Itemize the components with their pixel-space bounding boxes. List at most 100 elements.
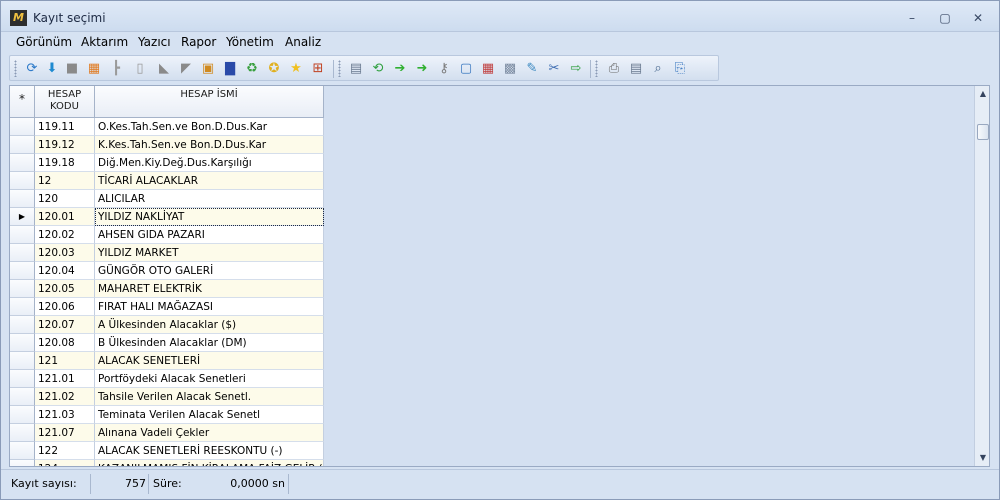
cell-hesap-ismi[interactable]: Alınana Vadeli Çekler — [95, 424, 324, 442]
cell-hesap-ismi[interactable]: MAHARET ELEKTRİK — [95, 280, 324, 298]
row-indicator[interactable] — [10, 190, 35, 208]
toolbar-grip-2[interactable] — [338, 60, 341, 77]
row-indicator[interactable] — [10, 298, 35, 316]
row-indicator[interactable] — [10, 118, 35, 136]
calendar-icon[interactable]: ▦ — [480, 61, 496, 77]
cell-hesap-kodu[interactable]: 120 — [35, 190, 95, 208]
cell-hesap-ismi[interactable]: YILDIZ MARKET — [95, 244, 324, 262]
account-grid[interactable]: * HESAP KODU HESAP İSMİ 119.11 O.Kes.Tah.… — [9, 85, 990, 467]
cell-hesap-ismi[interactable]: B Ülkesinden Alacaklar (DM) — [95, 334, 324, 352]
cell-hesap-ismi[interactable]: ALACAK SENETLERİ REESKONTU (-) — [95, 442, 324, 460]
export-icon[interactable]: ⇨ — [568, 61, 584, 77]
cell-hesap-kodu[interactable]: 122 — [35, 442, 95, 460]
cell-hesap-kodu[interactable]: 120.04 — [35, 262, 95, 280]
row-indicator[interactable] — [10, 442, 35, 460]
scroll-down-icon[interactable]: ▼ — [975, 450, 989, 466]
indicator-column-header[interactable]: * — [10, 86, 35, 118]
cell-hesap-ismi[interactable]: FIRAT HALI MAĞAZASI — [95, 298, 324, 316]
row-indicator[interactable] — [10, 172, 35, 190]
row-indicator[interactable] — [10, 280, 35, 298]
row-indicator[interactable] — [10, 136, 35, 154]
arrow-right-icon[interactable]: ➔ — [392, 61, 408, 77]
table-row[interactable]: 121.07 Alınana Vadeli Çekler — [10, 424, 324, 442]
table-row[interactable]: 119.18 Diğ.Men.Kiy.Değ.Dus.Karşılığı — [10, 154, 324, 172]
grid-gray-icon[interactable]: ■ — [64, 61, 80, 77]
cell-hesap-kodu[interactable]: 120.06 — [35, 298, 95, 316]
cell-hesap-ismi[interactable]: Diğ.Men.Kiy.Değ.Dus.Karşılığı — [95, 154, 324, 172]
table-row[interactable]: 121 ALACAK SENETLERİ — [10, 352, 324, 370]
cell-hesap-ismi[interactable]: ALACAK SENETLERİ — [95, 352, 324, 370]
table-row[interactable]: 120.05 MAHARET ELEKTRİK — [10, 280, 324, 298]
refresh-document-icon[interactable]: ⟲ — [370, 61, 386, 77]
table-row[interactable]: 120.04 GÜNGÖR OTO GALERİ — [10, 262, 324, 280]
folder-gray-icon[interactable]: ◣ — [156, 61, 172, 77]
row-indicator[interactable] — [10, 388, 35, 406]
row-indicator[interactable] — [10, 424, 35, 442]
cell-hesap-ismi[interactable]: KAZANILMAMIŞ FİN.KİRALAMA FAİZ GELİR.(-) — [95, 460, 324, 466]
cell-hesap-kodu[interactable]: 121.07 — [35, 424, 95, 442]
cell-hesap-kodu[interactable]: 120.08 — [35, 334, 95, 352]
row-indicator[interactable] — [10, 154, 35, 172]
attach-icon[interactable]: ✂ — [546, 61, 562, 77]
toolbar-grip-3[interactable] — [595, 60, 598, 77]
cell-hesap-kodu[interactable]: 121.01 — [35, 370, 95, 388]
cell-hesap-ismi[interactable]: ALICILAR — [95, 190, 324, 208]
row-indicator[interactable] — [10, 262, 35, 280]
cell-hesap-ismi[interactable]: Tahsile Verilen Alacak Senetl. — [95, 388, 324, 406]
cell-hesap-ismi[interactable]: K.Kes.Tah.Sen.ve Bon.D.Dus.Kar — [95, 136, 324, 154]
edit-icon[interactable]: ✎ — [524, 61, 540, 77]
cell-hesap-kodu[interactable]: 120.03 — [35, 244, 95, 262]
cell-hesap-ismi[interactable]: YILDIZ NAKLİYAT — [95, 208, 324, 226]
menu-rapor[interactable]: Rapor — [181, 35, 216, 49]
row-indicator[interactable]: ▶ — [10, 208, 35, 226]
table-row[interactable]: 120.06 FIRAT HALI MAĞAZASI — [10, 298, 324, 316]
menu-gorunum[interactable]: Görünüm — [16, 35, 72, 49]
minimize-button[interactable]: – — [902, 9, 922, 27]
cell-hesap-ismi[interactable]: Teminata Verilen Alacak Senetl — [95, 406, 324, 424]
column-gray-icon[interactable]: ▯ — [132, 61, 148, 77]
cell-hesap-ismi[interactable]: A Ülkesinden Alacaklar ($) — [95, 316, 324, 334]
row-indicator[interactable] — [10, 226, 35, 244]
maximize-button[interactable]: ▢ — [935, 9, 955, 27]
row-indicator[interactable] — [10, 316, 35, 334]
table-row[interactable]: 120.08 B Ülkesinden Alacaklar (DM) — [10, 334, 324, 352]
table-row[interactable]: 119.11 O.Kes.Tah.Sen.ve Bon.D.Dus.Kar — [10, 118, 324, 136]
cell-hesap-kodu[interactable]: 12 — [35, 172, 95, 190]
menu-aktarim[interactable]: Aktarım — [81, 35, 128, 49]
print-setup-icon[interactable]: ⎘ — [672, 61, 688, 77]
close-button[interactable]: ✕ — [968, 9, 988, 27]
table-orange-icon[interactable]: ▦ — [86, 61, 102, 77]
table-row[interactable]: 121.01 Portföydeki Alacak Senetleri — [10, 370, 324, 388]
toolbar-grip[interactable] — [14, 60, 17, 77]
cell-hesap-kodu[interactable]: 120.07 — [35, 316, 95, 334]
row-indicator[interactable] — [10, 244, 35, 262]
cell-hesap-kodu[interactable]: 119.12 — [35, 136, 95, 154]
grid-icon[interactable]: ▩ — [502, 61, 518, 77]
cell-hesap-ismi[interactable]: GÜNGÖR OTO GALERİ — [95, 262, 324, 280]
cell-hesap-kodu[interactable]: 120.02 — [35, 226, 95, 244]
row-indicator[interactable] — [10, 460, 35, 466]
scroll-up-icon[interactable]: ▲ — [975, 86, 989, 102]
document-icon[interactable]: ▤ — [348, 61, 364, 77]
scroll-thumb[interactable] — [977, 124, 989, 140]
table-row[interactable]: 12 TİCARİ ALACAKLAR — [10, 172, 324, 190]
tree-gray-icon[interactable]: ┣ — [108, 61, 124, 77]
print-preview-icon[interactable]: ▤ — [628, 61, 644, 77]
table-row[interactable]: 121.02 Tahsile Verilen Alacak Senetl. — [10, 388, 324, 406]
import-icon[interactable]: ⬇ — [44, 61, 60, 77]
menu-analiz[interactable]: Analiz — [285, 35, 321, 49]
cell-hesap-kodu[interactable]: 119.18 — [35, 154, 95, 172]
zoom-icon[interactable]: ⌕ — [650, 61, 666, 77]
cell-hesap-kodu[interactable]: 121 — [35, 352, 95, 370]
row-indicator[interactable] — [10, 352, 35, 370]
folder-gray-2-icon[interactable]: ◤ — [178, 61, 194, 77]
cell-hesap-ismi[interactable]: O.Kes.Tah.Sen.ve Bon.D.Dus.Kar — [95, 118, 324, 136]
cell-hesap-ismi[interactable]: AHSEN GIDA PAZARI — [95, 226, 324, 244]
cell-hesap-kodu[interactable]: 121.02 — [35, 388, 95, 406]
cell-hesap-kodu[interactable]: 121.03 — [35, 406, 95, 424]
column-header-hesap-kodu[interactable]: HESAP KODU — [35, 86, 95, 118]
cell-hesap-ismi[interactable]: TİCARİ ALACAKLAR — [95, 172, 324, 190]
table-row[interactable]: 120.07 A Ülkesinden Alacaklar ($) — [10, 316, 324, 334]
menu-yonetim[interactable]: Yönetim — [226, 35, 274, 49]
window-icon[interactable]: ▢ — [458, 61, 474, 77]
